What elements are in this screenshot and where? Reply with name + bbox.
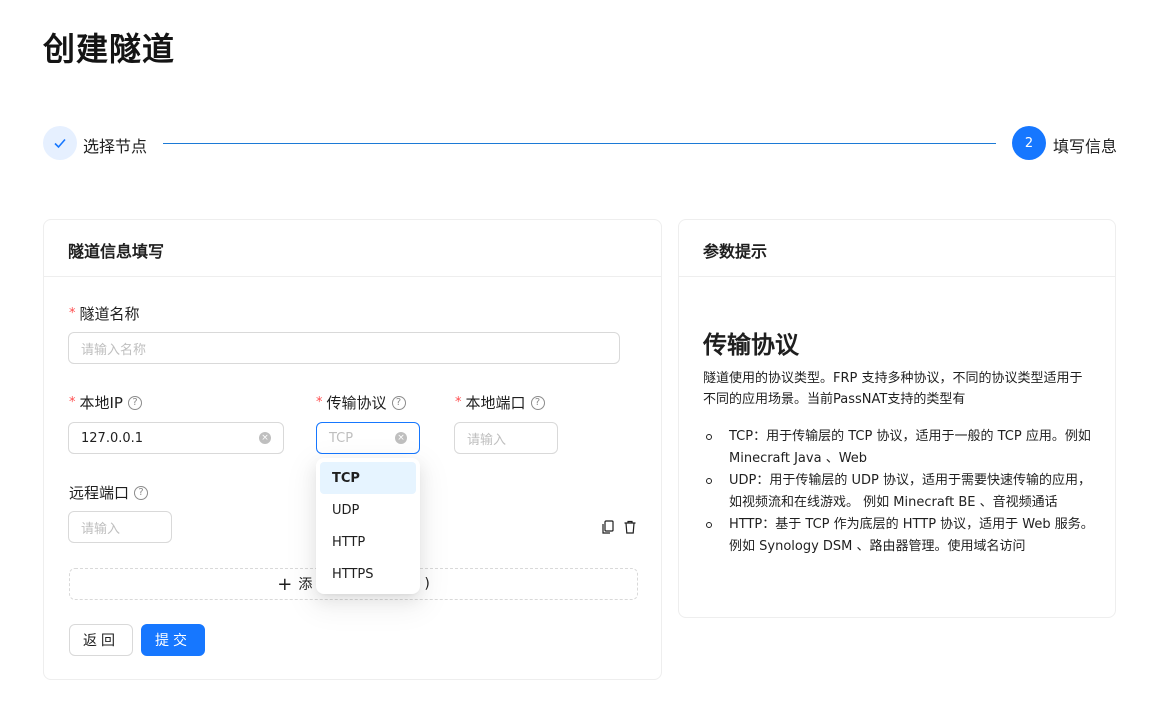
protocol-option-udp[interactable]: UDP [320,494,416,526]
plus-icon: + [277,573,293,595]
local-ip-value: 127.0.0.1 [81,430,144,446]
step-connector [163,143,996,144]
local-ip-label: * 本地IP ? [69,392,142,413]
protocol-label: * 传输协议 ? [316,392,406,413]
steps: 选择节点 2 填写信息 [43,126,1117,160]
required-mark: * [69,395,76,410]
list-item: HTTP：基于 TCP 作为底层的 HTTP 协议，适用于 Web 服务。例如 … [703,514,1095,558]
form-card-title: 隧道信息填写 [44,220,661,277]
help-icon[interactable]: ? [391,395,406,410]
clear-icon[interactable]: × [259,432,271,444]
remote-port-label: 远程端口 ? [69,482,149,503]
local-ip-label-text: 本地IP [79,394,123,412]
protocol-option-tcp[interactable]: TCP [320,462,416,494]
help-card: 参数提示 传输协议 隧道使用的协议类型。FRP 支持多种协议，不同的协议类型适用… [678,219,1116,618]
local-port-label: * 本地端口 ? [455,392,545,413]
add-button-label-end: ) [424,576,430,592]
tunnel-name-label: * 隧道名称 [69,303,140,324]
protocol-placeholder: TCP [329,430,354,446]
help-icon[interactable]: ? [134,485,149,500]
help-icon[interactable]: ? [530,395,545,410]
list-item: UDP：用于传输层的 UDP 协议，适用于需要快速传输的应用，如视频流和在线游戏… [703,470,1095,514]
protocol-option-http[interactable]: HTTP [320,526,416,558]
check-icon [54,138,66,149]
tunnel-name-label-text: 隧道名称 [79,305,140,323]
step-done-icon [43,126,77,160]
page-title: 创建隧道 [43,30,176,68]
tunnel-name-input[interactable]: 请输入名称 [68,332,620,364]
help-intro: 隧道使用的协议类型。FRP 支持多种协议，不同的协议类型适用于不同的应用场景。当… [703,371,1083,407]
required-mark: * [455,395,462,410]
local-port-label-text: 本地端口 [465,394,526,412]
protocol-label-text: 传输协议 [326,394,387,412]
copy-icon[interactable] [601,520,615,534]
tunnel-name-placeholder: 请输入名称 [81,342,147,358]
list-item: TCP：用于传输层的 TCP 协议，适用于一般的 TCP 应用。例如 Minec… [703,426,1095,470]
required-mark: * [69,306,76,321]
back-button[interactable]: 返回 [69,624,133,656]
help-list: TCP：用于传输层的 TCP 协议，适用于一般的 TCP 应用。例如 Minec… [703,426,1095,558]
help-heading: 传输协议 [703,331,799,359]
step-current-number: 2 [1012,126,1046,160]
tunnel-form-card: 隧道信息填写 * 隧道名称 请输入名称 * 本地IP ? 127.0.0.1 ×… [43,219,662,680]
local-port-input[interactable]: 请输入 [454,422,558,454]
help-icon[interactable]: ? [127,395,142,410]
remote-port-placeholder: 请输入 [81,521,121,537]
remote-port-label-text: 远程端口 [69,484,130,502]
help-card-title: 参数提示 [679,220,1115,277]
local-port-placeholder: 请输入 [467,432,507,448]
submit-button[interactable]: 提交 [141,624,205,656]
clear-icon[interactable]: × [395,432,407,444]
local-ip-input[interactable]: 127.0.0.1 × [68,422,284,454]
protocol-select[interactable]: TCP × [316,422,420,454]
step-label-select-node: 选择节点 [83,137,148,156]
remote-port-input[interactable]: 请输入 [68,511,172,543]
required-mark: * [316,395,323,410]
add-button-label: 添 [298,577,313,593]
step-label-fill-info: 填写信息 [1053,137,1118,156]
delete-icon[interactable] [623,520,637,534]
protocol-option-https[interactable]: HTTPS [320,558,416,590]
protocol-dropdown: TCP UDP HTTP HTTPS [316,458,420,594]
